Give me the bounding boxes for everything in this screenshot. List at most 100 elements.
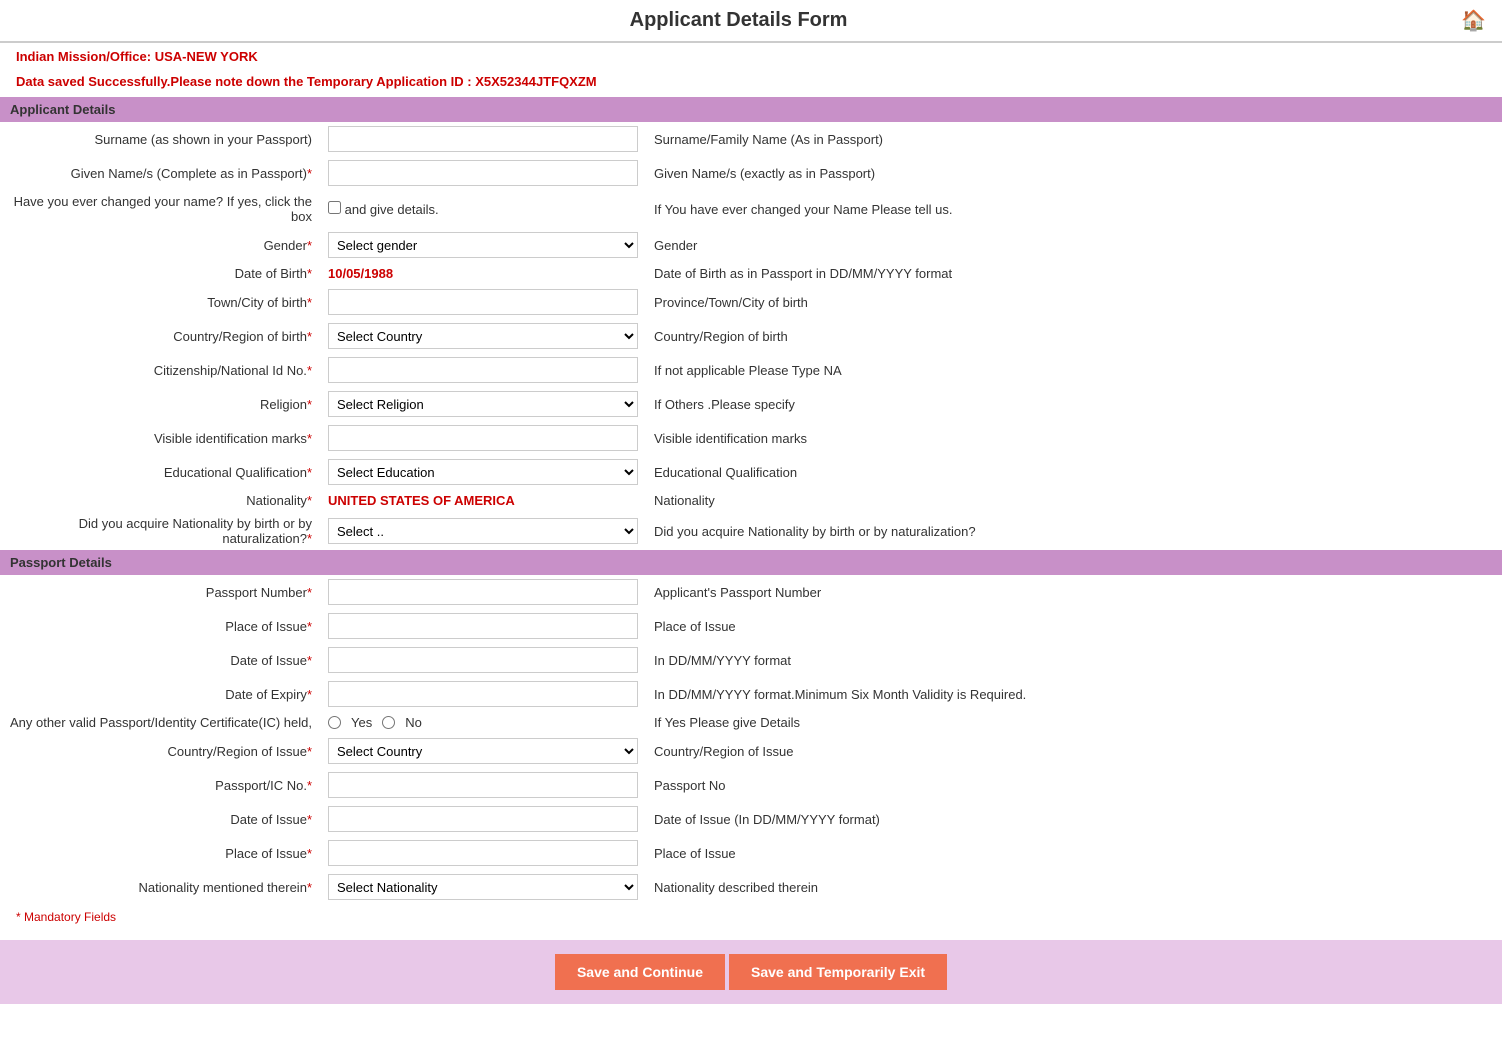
table-row: Town/City of birth* Province/Town/City o… [0,285,1502,319]
passport-number-hint: Applicant's Passport Number [646,575,1502,609]
town-label: Town/City of birth* [0,285,320,319]
date-expiry-hint: In DD/MM/YYYY format.Minimum Six Month V… [646,677,1502,711]
other-passport-radio-group: Yes No [328,715,638,730]
surname-input-cell [320,122,646,156]
citizenship-label: Citizenship/National Id No.* [0,353,320,387]
date-expiry-input-cell [320,677,646,711]
place-issue-hint: Place of Issue [646,609,1502,643]
date-issue2-input[interactable] [328,806,638,832]
citizenship-hint: If not applicable Please Type NA [646,353,1502,387]
other-passport-radio-cell: Yes No [320,711,646,734]
place-issue-input[interactable] [328,613,638,639]
table-row: Nationality mentioned therein* Select Na… [0,870,1502,904]
country-birth-select[interactable]: Select Country India USA UK Other [328,323,638,349]
table-row: Any other valid Passport/Identity Certif… [0,711,1502,734]
given-names-hint: Given Name/s (exactly as in Passport) [646,156,1502,190]
date-issue-input[interactable] [328,647,638,673]
table-row: Place of Issue* Place of Issue [0,609,1502,643]
nationality-value-cell: UNITED STATES OF AMERICA [320,489,646,512]
nationality-acquired-hint: Did you acquire Nationality by birth or … [646,512,1502,550]
save-exit-button[interactable]: Save and Temporarily Exit [729,954,947,990]
gender-select-cell: Select gender Male Female Other [320,228,646,262]
religion-select-cell: Select Religion Hindu Muslim Christian S… [320,387,646,421]
date-issue2-input-cell [320,802,646,836]
given-names-input[interactable] [328,160,638,186]
passport-ic-label: Passport/IC No.* [0,768,320,802]
table-row: Educational Qualification* Select Educat… [0,455,1502,489]
table-row: Country/Region of birth* Select Country … [0,319,1502,353]
country-birth-select-cell: Select Country India USA UK Other [320,319,646,353]
table-row: Have you ever changed your name? If yes,… [0,190,1502,228]
other-passport-yes-radio[interactable] [328,716,341,729]
save-continue-button[interactable]: Save and Continue [555,954,725,990]
visible-marks-label: Visible identification marks* [0,421,320,455]
mandatory-note: * Mandatory Fields [0,904,1502,930]
table-row: Citizenship/National Id No.* If not appl… [0,353,1502,387]
passport-number-input-cell [320,575,646,609]
education-select[interactable]: Select Education High School Graduate Po… [328,459,638,485]
nationality-acquired-select[interactable]: Select .. By Birth By Naturalization [328,518,638,544]
religion-select[interactable]: Select Religion Hindu Muslim Christian S… [328,391,638,417]
nationality-hint: Nationality [646,489,1502,512]
date-issue-hint: In DD/MM/YYYY format [646,643,1502,677]
nationality-value: UNITED STATES OF AMERICA [328,493,515,508]
date-expiry-label: Date of Expiry* [0,677,320,711]
education-label: Educational Qualification* [0,455,320,489]
town-input[interactable] [328,289,638,315]
table-row: Did you acquire Nationality by birth or … [0,512,1502,550]
home-icon[interactable]: 🏠 [1461,8,1486,33]
nationality-therein-select[interactable]: Select Nationality Indian American Briti… [328,874,638,900]
passport-ic-input-cell [320,768,646,802]
place-issue2-input-cell [320,836,646,870]
country-issue-select[interactable]: Select Country India USA UK Other [328,738,638,764]
mission-label: Indian Mission/Office: [16,49,151,64]
country-birth-hint: Country/Region of birth [646,319,1502,353]
passport-ic-hint: Passport No [646,768,1502,802]
place-issue-input-cell [320,609,646,643]
table-row: Date of Issue* In DD/MM/YYYY format [0,643,1502,677]
surname-input[interactable] [328,126,638,152]
page-title: Applicant Details Form [16,9,1461,32]
other-passport-yes-label: Yes [351,715,372,730]
table-row: Nationality* UNITED STATES OF AMERICA Na… [0,489,1502,512]
other-passport-no-radio[interactable] [382,716,395,729]
table-row: Gender* Select gender Male Female Other … [0,228,1502,262]
name-change-checkbox[interactable] [328,201,341,214]
gender-select[interactable]: Select gender Male Female Other [328,232,638,258]
name-change-input-cell: and give details. [320,190,646,228]
name-change-label: Have you ever changed your name? If yes,… [0,190,320,228]
country-issue-hint: Country/Region of Issue [646,734,1502,768]
country-issue-label: Country/Region of Issue* [0,734,320,768]
education-select-cell: Select Education High School Graduate Po… [320,455,646,489]
table-row: Date of Birth* 10/05/1988 Date of Birth … [0,262,1502,285]
visible-marks-input[interactable] [328,425,638,451]
nationality-acquired-select-cell: Select .. By Birth By Naturalization [320,512,646,550]
dob-value-cell: 10/05/1988 [320,262,646,285]
name-change-suffix: and give details. [345,202,439,217]
applicant-details-table: Surname (as shown in your Passport) Surn… [0,122,1502,550]
mission-line: Indian Mission/Office: USA-NEW YORK [0,43,1502,70]
table-row: Religion* Select Religion Hindu Muslim C… [0,387,1502,421]
passport-number-label: Passport Number* [0,575,320,609]
date-expiry-input[interactable] [328,681,638,707]
applicant-details-section: Applicant Details Surname (as shown in y… [0,97,1502,550]
surname-label: Surname (as shown in your Passport) [0,122,320,156]
passport-ic-input[interactable] [328,772,638,798]
other-passport-label: Any other valid Passport/Identity Certif… [0,711,320,734]
religion-label: Religion* [0,387,320,421]
place-issue2-label: Place of Issue* [0,836,320,870]
table-row: Place of Issue* Place of Issue [0,836,1502,870]
place-issue2-input[interactable] [328,840,638,866]
town-input-cell [320,285,646,319]
passport-details-table: Passport Number* Applicant's Passport Nu… [0,575,1502,904]
place-issue-label: Place of Issue* [0,609,320,643]
table-row: Date of Expiry* In DD/MM/YYYY format.Min… [0,677,1502,711]
country-birth-label: Country/Region of birth* [0,319,320,353]
table-row: Passport Number* Applicant's Passport Nu… [0,575,1502,609]
passport-number-input[interactable] [328,579,638,605]
success-text: Data saved Successfully.Please note down… [16,74,472,89]
citizenship-input[interactable] [328,357,638,383]
name-change-hint: If You have ever changed your Name Pleas… [646,190,1502,228]
given-names-input-cell [320,156,646,190]
gender-label: Gender* [0,228,320,262]
